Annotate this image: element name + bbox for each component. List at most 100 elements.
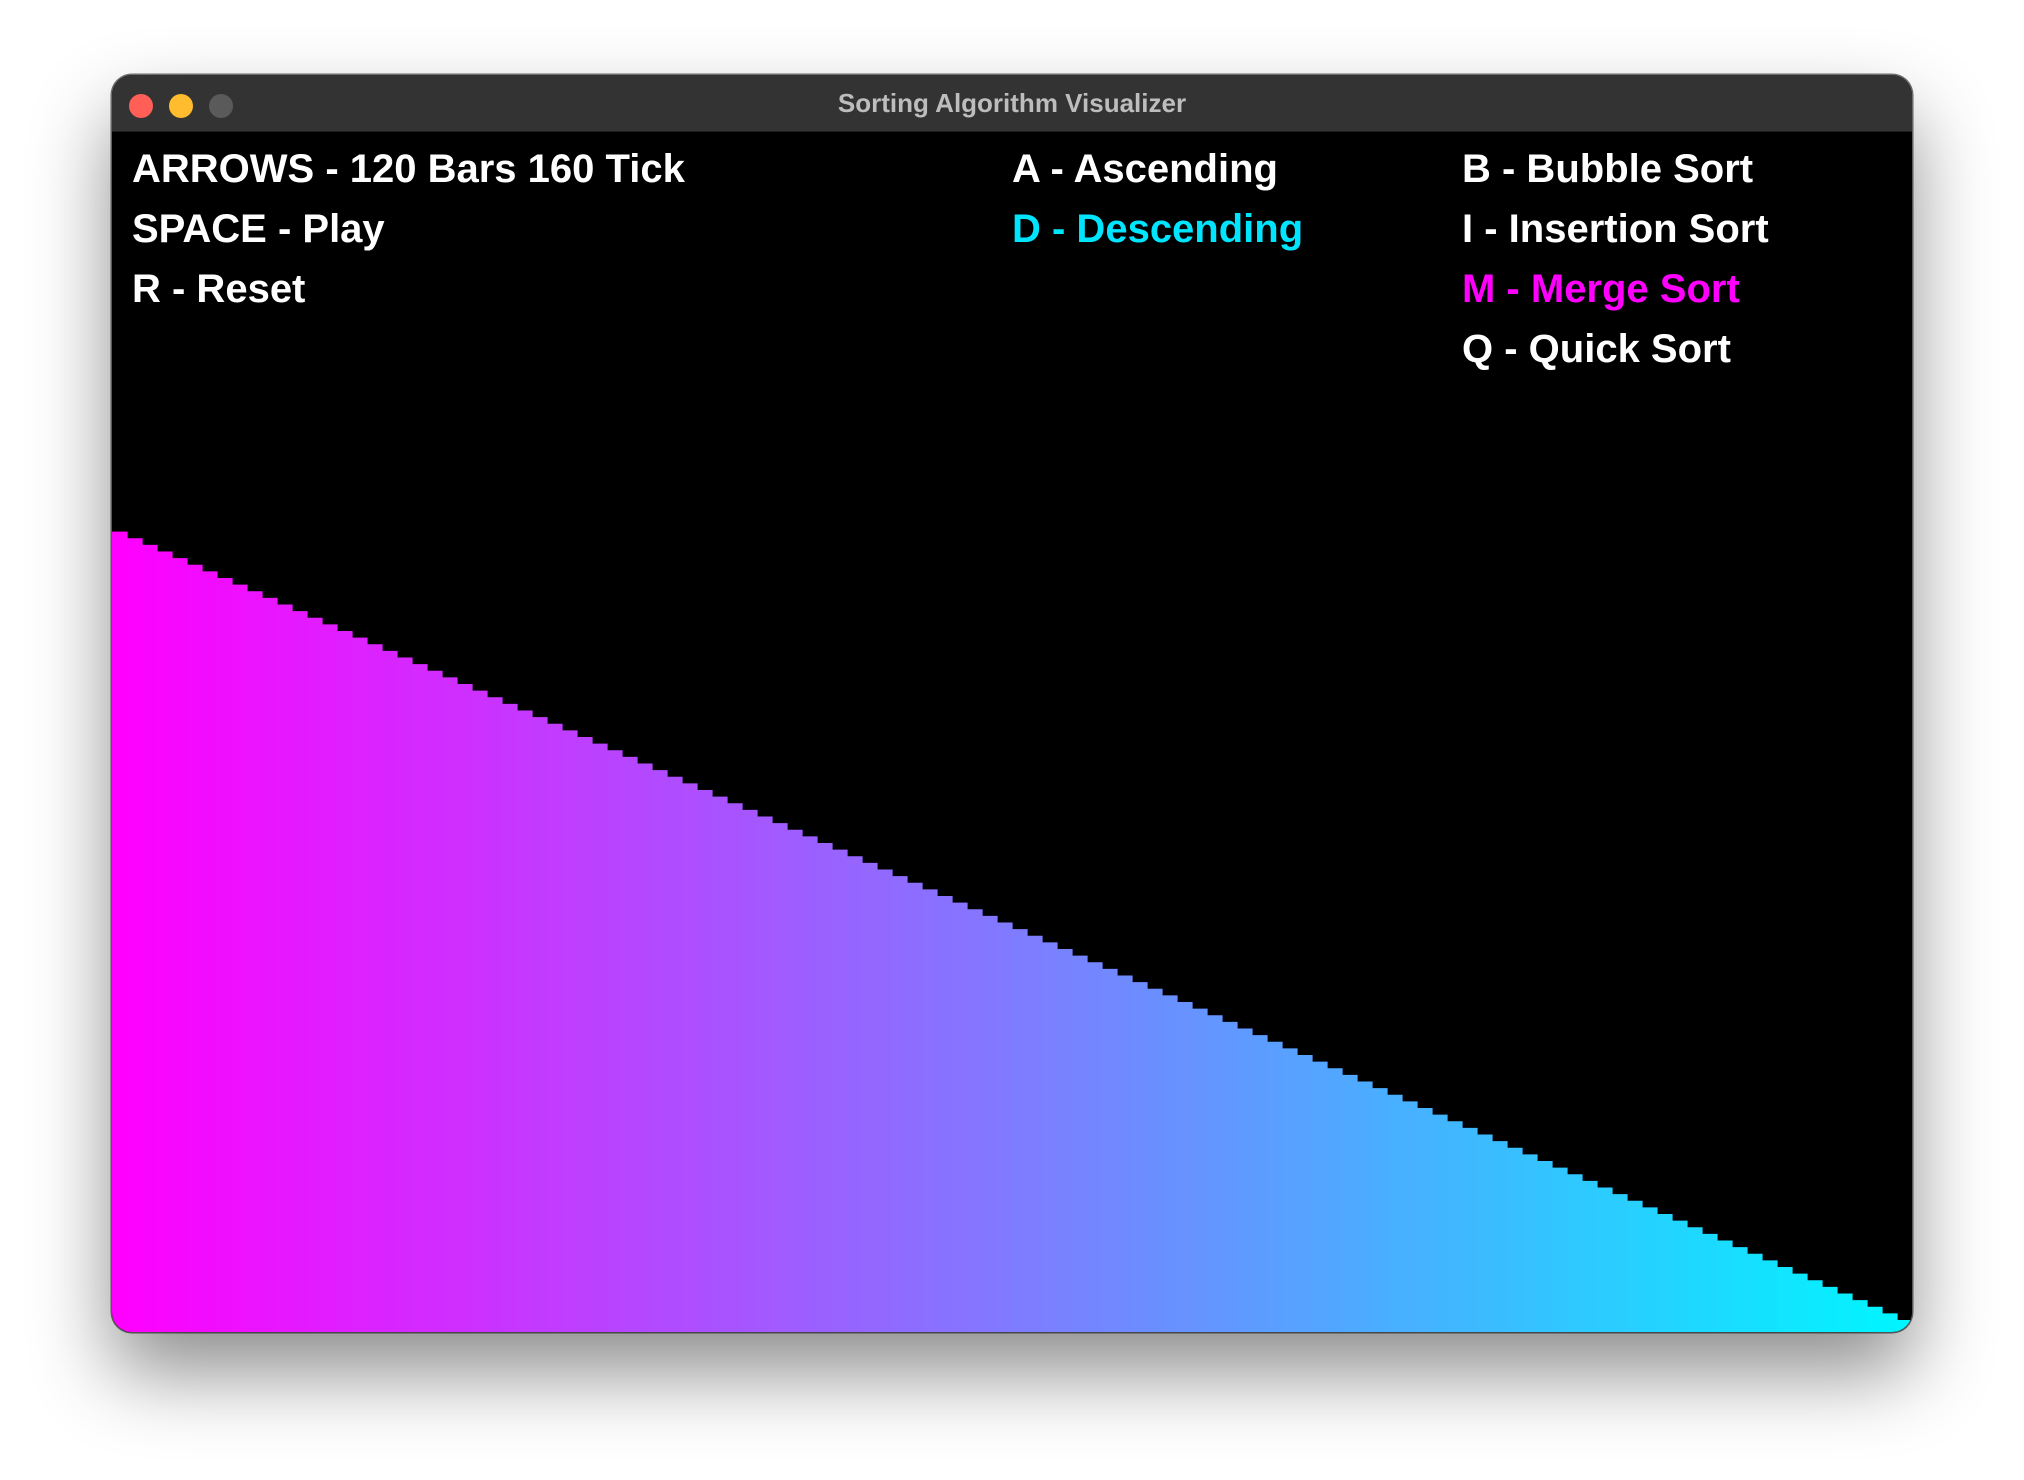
bar xyxy=(622,756,638,1332)
bar xyxy=(1657,1214,1673,1332)
bar xyxy=(1447,1121,1463,1332)
bar xyxy=(742,809,758,1332)
bar xyxy=(832,849,848,1332)
window-title: Sorting Algorithm Visualizer xyxy=(837,88,1187,118)
bar xyxy=(1027,935,1043,1332)
bar xyxy=(1852,1300,1868,1332)
bar xyxy=(1612,1194,1628,1332)
bar xyxy=(1282,1048,1298,1332)
bar xyxy=(1387,1094,1403,1332)
bar xyxy=(802,836,818,1332)
bar xyxy=(1522,1154,1538,1332)
bar xyxy=(232,584,248,1332)
bar xyxy=(682,783,698,1332)
bar xyxy=(1462,1127,1478,1332)
bar xyxy=(547,723,563,1332)
bar xyxy=(1132,982,1148,1332)
bar xyxy=(442,677,458,1332)
bar xyxy=(1087,962,1103,1332)
bar xyxy=(772,823,788,1332)
bar xyxy=(1012,929,1028,1332)
bar xyxy=(982,915,998,1332)
bar xyxy=(1072,955,1088,1332)
visualizer-canvas[interactable]: ARROWS - 120 Bars 160 Tick SPACE - Play … xyxy=(112,132,1912,1332)
bar xyxy=(577,736,593,1332)
bar xyxy=(1747,1253,1763,1332)
bar xyxy=(457,683,473,1332)
bar xyxy=(142,544,158,1332)
bar xyxy=(307,617,323,1332)
bar xyxy=(787,829,803,1332)
bar xyxy=(712,796,728,1332)
bar xyxy=(352,637,368,1332)
bar xyxy=(1237,1028,1253,1332)
order-descending-option: D - Descending xyxy=(1012,207,1304,251)
bar xyxy=(727,803,743,1332)
algorithm-quick-option: Q - Quick Sort xyxy=(1462,327,1731,371)
app-window: Sorting Algorithm Visualizer ARROWS - 12… xyxy=(112,75,1912,1332)
bar xyxy=(427,670,443,1332)
bar xyxy=(997,922,1013,1332)
bar xyxy=(667,776,683,1332)
bar xyxy=(1552,1167,1568,1332)
bar xyxy=(877,869,893,1332)
bar xyxy=(592,743,608,1332)
bar xyxy=(1687,1227,1703,1332)
bar xyxy=(1357,1081,1373,1332)
bar xyxy=(1102,968,1118,1332)
bar xyxy=(1867,1306,1883,1332)
bar xyxy=(157,551,173,1332)
bar xyxy=(247,591,263,1332)
bar xyxy=(757,816,773,1332)
bar xyxy=(1192,1008,1208,1332)
bar xyxy=(967,909,983,1332)
bar xyxy=(367,644,383,1332)
bar xyxy=(952,902,968,1332)
bar xyxy=(892,876,908,1332)
bar xyxy=(1477,1134,1493,1332)
bar xyxy=(607,750,623,1332)
bar xyxy=(1117,975,1133,1332)
reset-hint: R - Reset xyxy=(132,267,306,311)
bar xyxy=(1897,1320,1912,1332)
bar xyxy=(1807,1280,1823,1332)
bar xyxy=(1582,1180,1598,1332)
bar xyxy=(127,538,143,1332)
bar xyxy=(637,763,653,1332)
bar xyxy=(1372,1088,1388,1332)
bar xyxy=(1162,995,1178,1332)
bar xyxy=(1417,1107,1433,1332)
bar xyxy=(1312,1061,1328,1332)
bar xyxy=(907,882,923,1332)
bar xyxy=(517,710,533,1332)
bar xyxy=(412,664,428,1332)
bar xyxy=(1792,1273,1808,1332)
title-bar[interactable]: Sorting Algorithm Visualizer xyxy=(112,75,1912,132)
bar xyxy=(1702,1233,1718,1332)
bar xyxy=(112,531,128,1332)
bar xyxy=(277,604,293,1332)
bar xyxy=(847,856,863,1332)
bar xyxy=(187,564,203,1332)
order-ascending-option: A - Ascending xyxy=(1012,147,1278,191)
bar xyxy=(1822,1286,1838,1332)
bar xyxy=(1717,1240,1733,1332)
bar xyxy=(1762,1260,1778,1332)
bar xyxy=(1777,1267,1793,1332)
bar xyxy=(652,770,668,1332)
bar xyxy=(1837,1293,1853,1332)
bar xyxy=(1267,1041,1283,1332)
bar xyxy=(1507,1147,1523,1332)
bar xyxy=(1297,1054,1313,1332)
bar xyxy=(1177,1001,1193,1332)
bar xyxy=(202,571,218,1332)
arrows-hint: ARROWS - 120 Bars 160 Tick xyxy=(132,147,685,191)
bar xyxy=(817,842,833,1332)
bar xyxy=(1057,948,1073,1332)
bar xyxy=(1252,1035,1268,1332)
bar xyxy=(382,650,398,1332)
bar xyxy=(532,717,548,1332)
bar xyxy=(1627,1200,1643,1332)
bar xyxy=(337,630,353,1332)
bar xyxy=(1402,1101,1418,1332)
